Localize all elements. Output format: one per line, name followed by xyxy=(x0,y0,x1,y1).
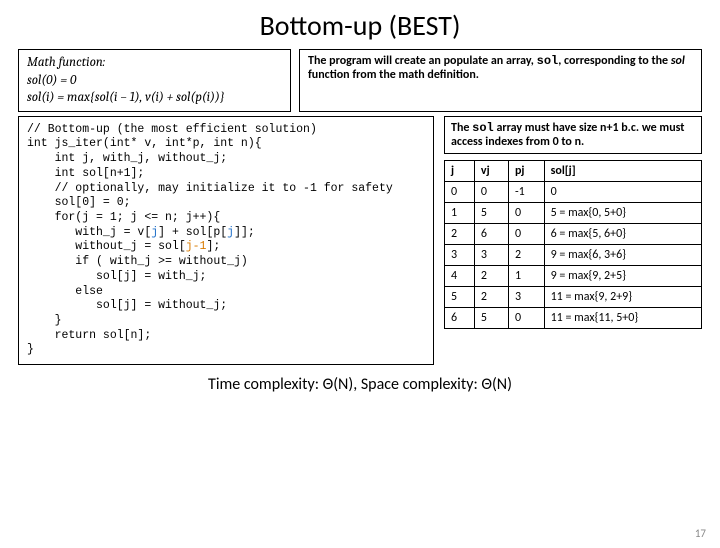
code-l0: // Bottom-up (the most efficient solutio… xyxy=(27,123,317,136)
note-code: sol xyxy=(472,121,494,135)
code-l14: return sol[n]; xyxy=(27,329,151,342)
math-line-1: sol(0) = 0 xyxy=(27,73,76,88)
math-function-box: Math function: sol(0) = 0 sol(i) = max{s… xyxy=(18,49,291,112)
page-number: 17 xyxy=(695,527,706,540)
table-cell: 5 xyxy=(474,307,508,328)
top-row: Math function: sol(0) = 0 sol(i) = max{s… xyxy=(0,49,720,112)
table-header-row: j vj pj sol[j] xyxy=(445,160,702,181)
table-cell: 5 = max{0, 5+0} xyxy=(544,202,701,223)
table-cell: 2 xyxy=(445,223,475,244)
note-box: The sol array must have size n+1 b.c. we… xyxy=(444,116,702,154)
math-line-2: sol(i) = max{sol(i − 1), v(i) + sol(p(i)… xyxy=(27,90,225,105)
table-cell: 2 xyxy=(474,265,508,286)
table-cell: 11 = max{9, 2+9} xyxy=(544,286,701,307)
table-row: 65011 = max{11, 5+0} xyxy=(445,307,702,328)
note-t1: The xyxy=(451,121,472,135)
table-cell: 2 xyxy=(474,286,508,307)
th-solj: sol[j] xyxy=(544,160,701,181)
th-vj: vj xyxy=(474,160,508,181)
table-cell: 0 xyxy=(544,181,701,202)
desc-code: sol xyxy=(537,54,559,68)
desc-t2: , corresponding to the xyxy=(558,54,671,68)
code-l4: // optionally, may initialize it to -1 f… xyxy=(27,182,393,195)
desc-it: sol xyxy=(671,54,685,68)
code-l11: else xyxy=(27,285,103,298)
table-row: 00-10 xyxy=(445,181,702,202)
code-l7a: with_j = v[ xyxy=(27,226,151,239)
table-cell: 6 xyxy=(445,307,475,328)
table-cell: 4 xyxy=(445,265,475,286)
complexity-line: Time complexity: Θ(N), Space complexity:… xyxy=(0,375,720,394)
code-l2: int j, with_j, without_j; xyxy=(27,152,227,165)
table-cell: -1 xyxy=(508,181,544,202)
table-cell: 11 = max{11, 5+0} xyxy=(544,307,701,328)
code-l7e: ]]; xyxy=(234,226,255,239)
code-l8a: without_j = sol[ xyxy=(27,240,186,253)
table-cell: 0 xyxy=(508,307,544,328)
trace-table: j vj pj sol[j] 00-101505 = max{0, 5+0}26… xyxy=(444,160,702,329)
code-l7c: ] + sol[p[ xyxy=(158,226,227,239)
table-row: 2606 = max{5, 6+0} xyxy=(445,223,702,244)
table-cell: 1 xyxy=(445,202,475,223)
table-cell: 0 xyxy=(474,181,508,202)
code-l13: } xyxy=(27,314,62,327)
table-row: 3329 = max{6, 3+6} xyxy=(445,244,702,265)
table-cell: 0 xyxy=(508,202,544,223)
table-cell: 2 xyxy=(508,244,544,265)
main-row: // Bottom-up (the most efficient solutio… xyxy=(0,112,720,366)
table-cell: 0 xyxy=(445,181,475,202)
code-l1: int js_iter(int* v, int*p, int n){ xyxy=(27,137,262,150)
table-row: 4219 = max{9, 2+5} xyxy=(445,265,702,286)
code-l9: if ( with_j >= without_j) xyxy=(27,255,248,268)
table-cell: 3 xyxy=(508,286,544,307)
code-l6: for(j = 1; j <= n; j++){ xyxy=(27,211,220,224)
th-pj: pj xyxy=(508,160,544,181)
table-cell: 6 xyxy=(474,223,508,244)
slide-title: Bottom-up (BEST) xyxy=(0,8,720,43)
table-cell: 0 xyxy=(508,223,544,244)
table-cell: 1 xyxy=(508,265,544,286)
table-cell: 9 = max{9, 2+5} xyxy=(544,265,701,286)
code-l8b: j-1 xyxy=(186,240,207,253)
code-l15: } xyxy=(27,343,34,356)
table-cell: 5 xyxy=(445,286,475,307)
th-j: j xyxy=(445,160,475,181)
table-cell: 3 xyxy=(474,244,508,265)
description-box: The program will create an populate an a… xyxy=(299,49,702,112)
table-row: 52311 = max{9, 2+9} xyxy=(445,286,702,307)
code-l8c: ]; xyxy=(206,240,220,253)
right-column: The sol array must have size n+1 b.c. we… xyxy=(444,116,702,329)
table-cell: 6 = max{5, 6+0} xyxy=(544,223,701,244)
table-cell: 5 xyxy=(474,202,508,223)
table-cell: 9 = max{6, 3+6} xyxy=(544,244,701,265)
code-l10: sol[j] = with_j; xyxy=(27,270,206,283)
table-cell: 3 xyxy=(445,244,475,265)
desc-t1: The program will create an populate an a… xyxy=(308,54,537,68)
math-label: Math function: xyxy=(27,55,105,70)
code-l3: int sol[n+1]; xyxy=(27,167,144,180)
desc-t3: function from the math definition. xyxy=(308,68,479,82)
code-l5: sol[0] = 0; xyxy=(27,196,131,209)
code-l12: sol[j] = without_j; xyxy=(27,299,227,312)
code-box: // Bottom-up (the most efficient solutio… xyxy=(18,116,434,366)
table-row: 1505 = max{0, 5+0} xyxy=(445,202,702,223)
